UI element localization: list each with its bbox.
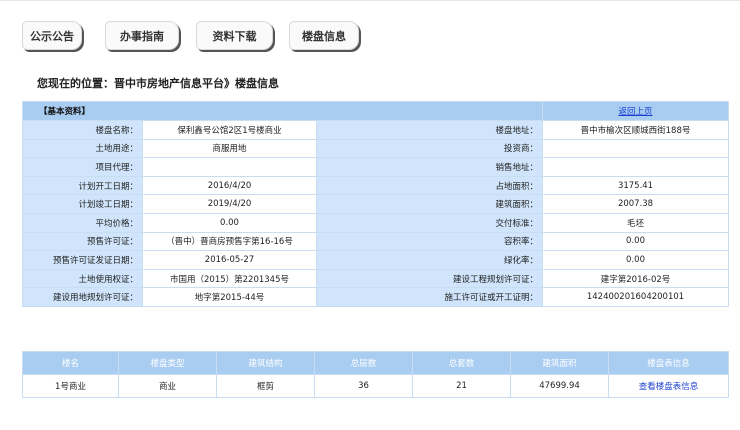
- table-row: 平均价格： 0.00 交付标准： 毛坯: [22, 212, 730, 233]
- field-value: 0.00: [542, 250, 730, 270]
- field-value: 地字第2015-44号: [142, 287, 317, 307]
- building-floors: 36: [314, 374, 413, 398]
- column-header: 建筑面积: [510, 351, 609, 375]
- building-units: 21: [412, 374, 511, 398]
- field-label: 绿化率：: [315, 250, 544, 270]
- column-header: 楼名: [22, 351, 119, 375]
- field-value: [542, 157, 730, 177]
- page: 公示公告 办事指南 资料下载 楼盘信息 您现在的位置：晋中市房地产信息平台》楼盘…: [0, 0, 740, 430]
- field-label: 建筑面积：: [315, 194, 544, 214]
- table-row: 计划竣工日期： 2019/4/20 建筑面积： 2007.38: [22, 194, 730, 214]
- table-row: 预售许可证发证日期： 2016-05-27 绿化率： 0.00: [22, 250, 730, 270]
- table-row: 1号商业 商业 框剪 36 21 47699.94 查看楼盘表信息: [22, 374, 729, 398]
- table-row: 土地使用权证： 市国用（2015）第2201345号 建设工程规划许可证： 建字…: [22, 268, 730, 289]
- breadcrumb: 您现在的位置：晋中市房地产信息平台》楼盘信息: [37, 77, 279, 90]
- field-value: 2016/4/20: [142, 175, 317, 196]
- field-label: 建设用地规划许可证：: [22, 287, 143, 307]
- tab-service-guide[interactable]: 办事指南: [105, 21, 179, 50]
- field-value: 2019/4/20: [142, 194, 317, 214]
- field-label: 项目代理：: [22, 157, 143, 177]
- field-label: 建设工程规划许可证：: [315, 268, 544, 289]
- building-area: 47699.94: [510, 374, 609, 398]
- field-label: 计划竣工日期：: [22, 194, 143, 214]
- field-label: 施工许可证或开工证明：: [315, 287, 544, 307]
- field-label: 交付标准：: [315, 212, 544, 233]
- building-table-header: 楼名 楼盘类型 建筑结构 总层数 总套数 建筑面积 楼盘表信息: [22, 351, 729, 375]
- tab-property-info[interactable]: 楼盘信息: [289, 21, 359, 50]
- field-value: [142, 157, 317, 177]
- view-building-table-link[interactable]: 查看楼盘表信息: [639, 382, 699, 392]
- field-label: 楼盘名称：: [22, 120, 143, 140]
- table-row: 项目代理： 销售地址：: [22, 157, 730, 177]
- field-value: 市国用（2015）第2201345号: [142, 268, 317, 289]
- field-value: 142400201604200101: [542, 287, 730, 307]
- table-row: 预售许可证： （晋中）晋商房预售字第16-16号 容积率： 0.00: [22, 231, 730, 252]
- column-header: 总套数: [412, 351, 511, 375]
- field-value: 0.00: [542, 231, 730, 252]
- field-value: 2016-05-27: [142, 250, 317, 270]
- column-header: 楼盘类型: [118, 351, 217, 375]
- field-value: 3175.41: [542, 175, 730, 196]
- field-label: 预售许可证发证日期：: [22, 250, 143, 270]
- field-value: 保利鑫号公馆2区1号楼商业: [142, 120, 317, 140]
- field-value: （晋中）晋商房预售字第16-16号: [142, 231, 317, 252]
- building-type: 商业: [118, 374, 217, 398]
- tab-downloads[interactable]: 资料下载: [196, 21, 273, 50]
- field-value: 0.00: [142, 212, 317, 233]
- building-list-table: 楼名 楼盘类型 建筑结构 总层数 总套数 建筑面积 楼盘表信息 1号商业 商业 …: [22, 351, 729, 398]
- basic-info-header: 【基本资料】 返回上页: [21, 101, 730, 121]
- field-label: 投资商：: [315, 138, 544, 159]
- field-label: 平均价格：: [22, 212, 143, 233]
- column-header: 总层数: [314, 351, 413, 375]
- field-label: 销售地址：: [315, 157, 544, 177]
- field-value: 商服用地: [142, 138, 317, 159]
- building-structure: 框剪: [216, 374, 315, 398]
- table-row: 土地用途： 商服用地 投资商：: [22, 138, 730, 159]
- return-link[interactable]: 返回上页: [619, 107, 653, 117]
- field-value: 建字第2016-02号: [542, 268, 730, 289]
- field-label: 楼盘地址：: [315, 120, 544, 140]
- table-row: 建设用地规划许可证： 地字第2015-44号 施工许可证或开工证明： 14240…: [22, 287, 730, 307]
- field-value: [542, 138, 730, 159]
- column-header: 建筑结构: [216, 351, 315, 375]
- basic-info-table: 【基本资料】 返回上页 楼盘名称： 保利鑫号公馆2区1号楼商业 楼盘地址： 晋中…: [21, 101, 730, 307]
- field-label: 占地面积：: [315, 175, 544, 196]
- field-label: 容积率：: [315, 231, 544, 252]
- tab-announcements[interactable]: 公示公告: [22, 21, 82, 50]
- field-value: 毛坯: [542, 212, 730, 233]
- table-row: 计划开工日期： 2016/4/20 占地面积： 3175.41: [22, 175, 730, 196]
- field-value: 晋中市榆次区顺城西街188号: [542, 120, 730, 140]
- field-label: 土地使用权证：: [22, 268, 143, 289]
- basic-info-title: 【基本资料】: [39, 107, 91, 117]
- table-row: 楼盘名称： 保利鑫号公馆2区1号楼商业 楼盘地址： 晋中市榆次区顺城西街188号: [22, 120, 730, 140]
- building-name: 1号商业: [22, 374, 119, 398]
- field-label: 预售许可证：: [22, 231, 143, 252]
- field-label: 土地用途：: [22, 138, 143, 159]
- field-label: 计划开工日期：: [22, 175, 143, 196]
- column-header: 楼盘表信息: [608, 351, 729, 375]
- field-value: 2007.38: [542, 194, 730, 214]
